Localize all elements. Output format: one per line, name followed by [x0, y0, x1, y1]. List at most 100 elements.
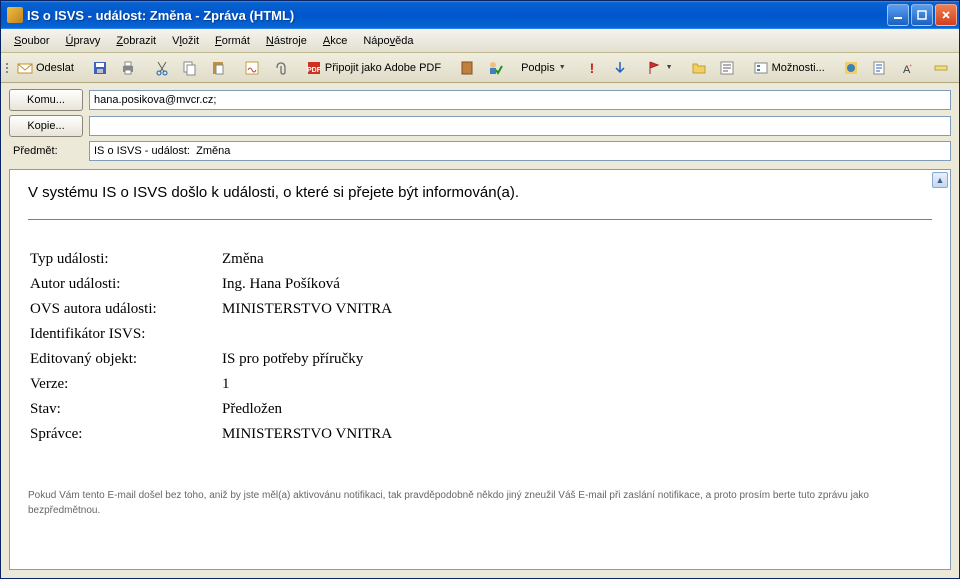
detail-label: Typ události: [30, 248, 220, 271]
app-icon [7, 7, 23, 23]
options-button[interactable]: Možnosti... [748, 56, 830, 80]
table-row: Identifikátor ISVS: [30, 323, 392, 346]
menu-soubor[interactable]: Soubor [7, 32, 56, 50]
cut-button[interactable] [149, 56, 175, 80]
print-button[interactable] [115, 56, 141, 80]
check-names-icon [487, 60, 503, 76]
cc-button[interactable]: Kopie... [9, 115, 83, 137]
print-icon [120, 60, 136, 76]
table-row: Typ události:Změna [30, 248, 392, 271]
exclamation-icon: ! [584, 60, 600, 76]
detail-value [222, 323, 392, 346]
menu-format[interactable]: Formát [208, 32, 257, 50]
cc-row: Kopie... [9, 115, 951, 137]
table-row: Editovaný objekt:IS pro potřeby příručky [30, 348, 392, 371]
to-button[interactable]: Komu... [9, 89, 83, 111]
attach-button[interactable] [267, 56, 293, 80]
body-footer: Pokud Vám tento E-mail došel bez toho, a… [28, 488, 932, 518]
ruler-icon [933, 60, 949, 76]
detail-label: Autor události: [30, 273, 220, 296]
paperclip-icon [272, 60, 288, 76]
plain-text-button[interactable] [866, 56, 892, 80]
menu-nastroje[interactable]: Nástroje [259, 32, 314, 50]
window-controls [887, 4, 957, 26]
attach-pdf-label: Připojit jako Adobe PDF [325, 62, 441, 74]
font-size-button[interactable]: A⁺ [894, 56, 920, 80]
toolbar: Odeslat PDF Připojit jako Adobe PDF [1, 53, 959, 83]
importance-high-button[interactable]: ! [579, 56, 605, 80]
menu-napoveda[interactable]: Nápověda [356, 32, 420, 50]
menu-upravy[interactable]: Úpravy [58, 32, 107, 50]
signature-icon [244, 60, 260, 76]
importance-low-button[interactable] [607, 56, 633, 80]
text-icon [871, 60, 887, 76]
editing-button[interactable] [956, 56, 959, 80]
close-button[interactable] [935, 4, 957, 26]
subject-input[interactable] [89, 141, 951, 161]
check-names-button[interactable] [482, 56, 508, 80]
html-button[interactable] [838, 56, 864, 80]
save-button[interactable] [87, 56, 113, 80]
window-title: IS o ISVS - událost: Změna - Zpráva (HTM… [27, 8, 887, 23]
detail-label: OVS autora události: [30, 298, 220, 321]
detail-label: Stav: [30, 398, 220, 421]
to-input[interactable] [89, 90, 951, 110]
detail-value: Ing. Hana Pošíková [222, 273, 392, 296]
flag-button[interactable]: ▼ [641, 56, 678, 80]
sign-label: Podpis [521, 62, 555, 74]
body-intro: V systému IS o ISVS došlo k události, o … [28, 184, 932, 201]
cut-icon [154, 60, 170, 76]
send-button[interactable]: Odeslat [12, 56, 79, 80]
table-row: OVS autora události:MINISTERSTVO VNITRA [30, 298, 392, 321]
detail-value: Předložen [222, 398, 392, 421]
rules-icon [719, 60, 735, 76]
signature-insert-button[interactable] [239, 56, 265, 80]
app-window: IS o ISVS - událost: Změna - Zpráva (HTM… [0, 0, 960, 579]
chevron-down-icon: ▼ [666, 64, 673, 71]
menubar: Soubor Úpravy Zobrazit Vložit Formát Nás… [1, 29, 959, 53]
accounts-button[interactable] [686, 56, 712, 80]
folder-icon [691, 60, 707, 76]
chevron-down-icon: ▼ [559, 64, 566, 71]
attach-pdf-button[interactable]: PDF Připojit jako Adobe PDF [301, 56, 446, 80]
menu-vlozit[interactable]: Vložit [165, 32, 206, 50]
subject-row: Předmět: [9, 141, 951, 161]
detail-value: MINISTERSTVO VNITRA [222, 298, 392, 321]
menu-zobrazit[interactable]: Zobrazit [109, 32, 163, 50]
message-body[interactable]: ▲ V systému IS o ISVS došlo k události, … [9, 169, 951, 570]
detail-label: Identifikátor ISVS: [30, 323, 220, 346]
detail-value: Změna [222, 248, 392, 271]
cc-input[interactable] [89, 116, 951, 136]
address-book-button[interactable] [454, 56, 480, 80]
table-row: Správce:MINISTERSTVO VNITRA [30, 423, 392, 446]
rules-button[interactable] [714, 56, 740, 80]
save-icon [92, 60, 108, 76]
svg-text:PDF: PDF [307, 67, 322, 74]
font-size-icon: A⁺ [899, 60, 915, 76]
flag-icon [646, 60, 662, 76]
table-row: Verze:1 [30, 373, 392, 396]
svg-text:⁺: ⁺ [909, 64, 913, 71]
toolbar-grip[interactable] [5, 57, 8, 79]
paste-icon [210, 60, 226, 76]
send-label: Odeslat [36, 62, 74, 74]
sign-dropdown[interactable]: Podpis ▼ [516, 56, 571, 80]
book-icon [459, 60, 475, 76]
ruler-button[interactable] [928, 56, 954, 80]
menu-akce[interactable]: Akce [316, 32, 354, 50]
minimize-button[interactable] [887, 4, 909, 26]
options-label: Možnosti... [772, 62, 825, 74]
scroll-up-button[interactable]: ▲ [932, 172, 948, 188]
detail-label: Verze: [30, 373, 220, 396]
copy-button[interactable] [177, 56, 203, 80]
copy-icon [182, 60, 198, 76]
paste-button[interactable] [205, 56, 231, 80]
maximize-button[interactable] [911, 4, 933, 26]
titlebar: IS o ISVS - událost: Změna - Zpráva (HTM… [1, 1, 959, 29]
table-row: Stav:Předložen [30, 398, 392, 421]
svg-text:!: ! [589, 60, 594, 76]
detail-label: Správce: [30, 423, 220, 446]
arrow-down-icon [612, 60, 628, 76]
pdf-icon: PDF [306, 60, 322, 76]
maximize-icon [917, 10, 927, 20]
